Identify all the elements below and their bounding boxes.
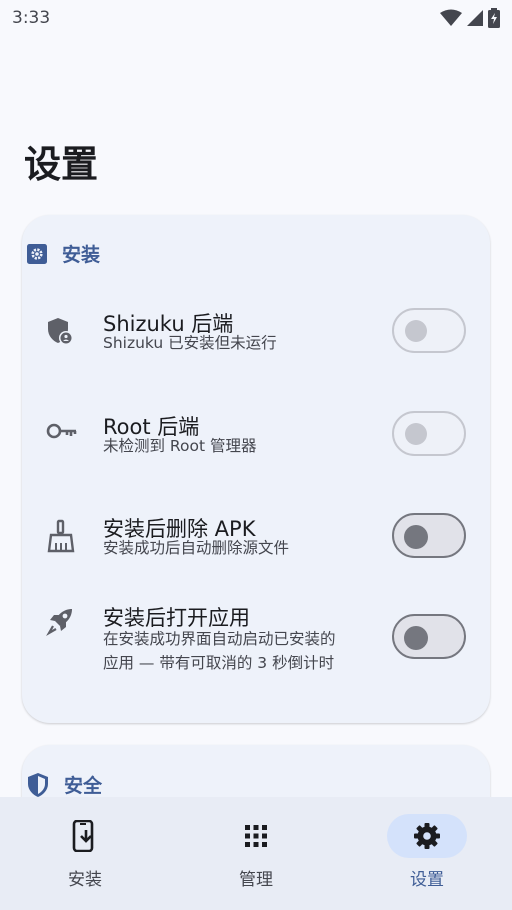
status-time: 3:33 <box>12 8 51 28</box>
apps-grid-icon <box>245 825 267 847</box>
setting-subtitle: Shizuku 已安装但未运行 <box>103 334 277 352</box>
broom-icon <box>47 519 75 553</box>
install-phone-icon <box>72 820 94 852</box>
key-icon <box>46 423 77 439</box>
setting-subtitle: 未检测到 Root 管理器 <box>103 437 257 455</box>
nav-settings-pill <box>387 814 467 858</box>
nav-manage-pill <box>216 814 296 858</box>
bottom-navigation: 安装 管理 设置 <box>0 797 512 910</box>
wifi-icon <box>440 9 462 26</box>
open-app-toggle[interactable] <box>392 614 466 659</box>
shield-icon <box>28 772 48 797</box>
setting-subtitle-line: 在安装成功界面自动启动已安装的 <box>103 630 336 648</box>
setting-subtitle: 安装成功后自动删除源文件 <box>103 539 290 557</box>
status-icons <box>440 8 500 28</box>
rocket-icon <box>46 609 72 636</box>
setting-open-after-install[interactable]: 安装后打开应用 在安装成功界面自动启动已安装的 应用 — 带有可取消的 3 秒倒… <box>22 600 490 680</box>
settings-square-icon <box>27 243 47 264</box>
install-section-title: 安装 <box>62 244 101 266</box>
signal-icon <box>467 10 483 26</box>
nav-item-manage[interactable]: 管理 <box>171 797 341 910</box>
shield-user-icon <box>48 318 73 345</box>
nav-label: 设置 <box>410 870 444 890</box>
battery-charging-icon <box>488 8 500 28</box>
page-title: 设置 <box>24 143 98 186</box>
setting-root-backend[interactable]: Root 后端 未检测到 Root 管理器 <box>22 403 490 473</box>
install-section-header: 安装 <box>26 240 100 267</box>
nav-install-pill <box>45 814 125 858</box>
setting-subtitle-line: 应用 — 带有可取消的 3 秒倒计时 <box>103 654 335 672</box>
delete-apk-toggle[interactable] <box>392 513 466 558</box>
status-bar: 3:33 <box>0 0 512 36</box>
nav-label: 管理 <box>239 870 273 890</box>
security-section-title: 安全 <box>64 775 103 797</box>
setting-shizuku-backend[interactable]: Shizuku 后端 Shizuku 已安装但未运行 <box>22 300 490 370</box>
setting-delete-apk[interactable]: 安装后删除 APK 安装成功后自动删除源文件 <box>22 505 490 575</box>
root-toggle[interactable] <box>392 411 466 456</box>
shizuku-toggle[interactable] <box>392 308 466 353</box>
security-section-header: 安全 <box>26 771 102 798</box>
gear-icon <box>414 823 440 849</box>
nav-item-settings[interactable]: 设置 <box>342 797 512 910</box>
nav-item-install[interactable]: 安装 <box>0 797 170 910</box>
nav-label: 安装 <box>68 870 102 890</box>
